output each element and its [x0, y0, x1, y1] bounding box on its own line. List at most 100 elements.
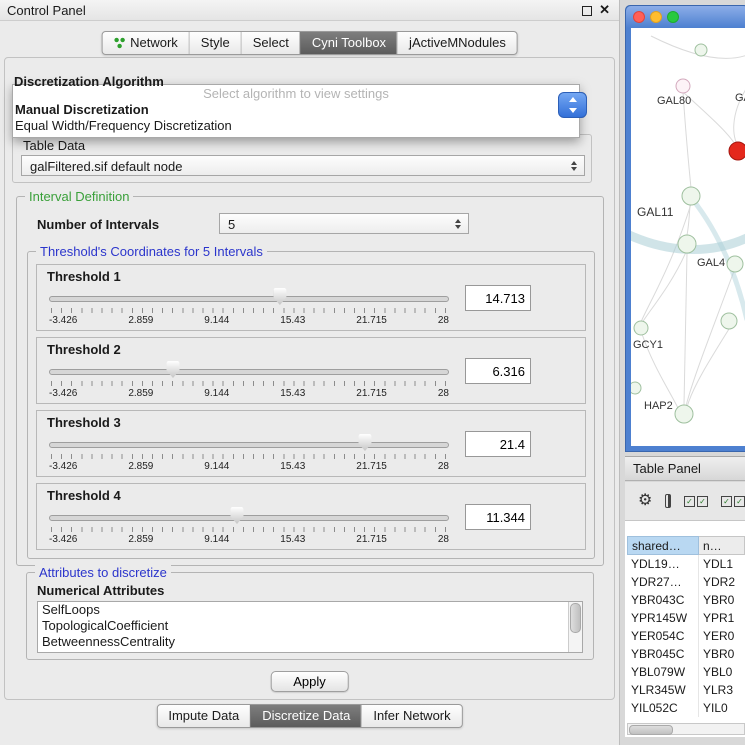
select-all-columns-icon[interactable]: ✓ ✓ — [721, 496, 745, 507]
slider-thumb[interactable] — [166, 361, 179, 378]
top-tabs: NetworkStyleSelectCyni ToolboxjActiveMNo… — [101, 31, 518, 55]
table-data-selected-value: galFiltered.sif default node — [30, 159, 182, 174]
table-cell: YDL1 — [699, 555, 745, 573]
tick-label: 15.43 — [280, 388, 305, 399]
slider-track[interactable] — [49, 369, 449, 375]
network-tab-icon — [113, 37, 125, 49]
threshold-value-input[interactable] — [465, 285, 531, 311]
select-columns-icon[interactable]: ✓ ✓ — [684, 496, 708, 507]
slider-thumb[interactable] — [273, 288, 286, 305]
tab-select[interactable]: Select — [241, 32, 300, 54]
node[interactable] — [695, 44, 707, 56]
node-gal4[interactable] — [678, 235, 696, 253]
combobox-arrows-icon — [571, 161, 577, 171]
attribute-item[interactable]: SelfLoops — [38, 602, 582, 618]
tick-label: 9.144 — [204, 461, 229, 472]
table-row[interactable]: YBR045CYBR0 — [627, 645, 745, 663]
dropdown-option-equal-width[interactable]: Equal Width/Frequency Discretization — [13, 118, 579, 134]
threshold-slider[interactable]: -3.4262.8599.14415.4321.71528 — [49, 433, 449, 475]
table-row[interactable]: YBR043CYBR0 — [627, 591, 745, 609]
slider-track[interactable] — [49, 296, 449, 302]
algorithm-combobox-stepper[interactable] — [558, 92, 587, 118]
network-canvas[interactable]: GAL80 GA GAL11 GAL4 GCY1 HAP2 — [631, 28, 745, 446]
tick-label: 9.144 — [204, 534, 229, 545]
table-cell: YBR043C — [627, 591, 699, 609]
threshold-slider[interactable]: -3.4262.8599.14415.4321.71528 — [49, 360, 449, 402]
discretization-algorithm-label: Discretization Algorithm — [14, 74, 164, 89]
tick-label: 9.144 — [204, 388, 229, 399]
tab-jactivemnodules[interactable]: jActiveMNodules — [397, 32, 517, 54]
number-of-intervals-value: 5 — [228, 217, 235, 232]
node-label-gcy1: GCY1 — [633, 339, 663, 351]
table-toolbar: ⚙ ✓ ✓ ✓ ✓ — [625, 482, 745, 520]
tick-label: 21.715 — [356, 315, 387, 326]
bottom-tab-infer-network[interactable]: Infer Network — [361, 705, 461, 727]
tick-label: 21.715 — [356, 461, 387, 472]
table-row[interactable]: YLR345WYLR3 — [627, 681, 745, 699]
horizontal-scrollbar[interactable] — [627, 723, 745, 735]
list-scrollbar[interactable] — [568, 602, 582, 652]
node-gal80[interactable] — [676, 79, 690, 93]
tab-style[interactable]: Style — [189, 32, 241, 54]
attribute-item[interactable]: TopologicalCoefficient — [38, 618, 582, 634]
bottom-tab-discretize-data[interactable]: Discretize Data — [250, 705, 361, 727]
table-panel-title: Table Panel — [633, 461, 701, 476]
scrollbar-thumb[interactable] — [629, 725, 673, 735]
interval-definition-title: Interval Definition — [25, 189, 133, 204]
table-cell: YDL19… — [627, 555, 699, 573]
table-row[interactable]: YDR27…YDR2 — [627, 573, 745, 591]
column-header-shared-name[interactable]: shared… — [627, 536, 699, 555]
number-of-intervals-combobox[interactable]: 5 — [219, 213, 469, 234]
table-panel-header[interactable]: Table Panel — [625, 456, 745, 481]
slider-tick-labels: -3.4262.8599.14415.4321.71528 — [49, 461, 449, 472]
combobox-arrows-icon — [455, 219, 461, 229]
bottom-tab-impute-data[interactable]: Impute Data — [157, 705, 250, 727]
node[interactable] — [721, 313, 737, 329]
tab-network[interactable]: Network — [102, 32, 189, 54]
node-red[interactable] — [729, 142, 745, 160]
scrollbar-thumb[interactable] — [570, 603, 581, 633]
close-icon[interactable]: ✕ — [599, 2, 610, 18]
node-hap2[interactable] — [675, 405, 693, 423]
node-gcy1[interactable] — [634, 321, 648, 335]
table-row[interactable]: YBL079WYBL0 — [627, 663, 745, 681]
slider-thumb[interactable] — [230, 507, 243, 524]
mac-zoom-icon[interactable] — [667, 11, 679, 23]
table-header-row: shared… n… — [627, 536, 745, 555]
slider-tick-labels: -3.4262.8599.14415.4321.71528 — [49, 534, 449, 545]
threshold-slider[interactable]: -3.4262.8599.14415.4321.71528 — [49, 287, 449, 329]
tick-label: 28 — [438, 315, 449, 326]
threshold-value-input[interactable] — [465, 431, 531, 457]
table-row[interactable]: YER054CYER0 — [627, 627, 745, 645]
control-panel-titlebar[interactable]: Control Panel ✕ — [0, 0, 619, 21]
column-header-name[interactable]: n… — [699, 536, 745, 555]
table-row[interactable]: YPR145WYPR1 — [627, 609, 745, 627]
slider-track[interactable] — [49, 442, 449, 448]
attribute-item[interactable]: BetweennessCentrality — [38, 634, 582, 650]
table-row[interactable]: YDL19…YDL1 — [627, 555, 745, 573]
table-cell: YPR145W — [627, 609, 699, 627]
threshold-value-input[interactable] — [465, 504, 531, 530]
node[interactable] — [727, 256, 743, 272]
threshold-slider[interactable]: -3.4262.8599.14415.4321.71528 — [49, 506, 449, 548]
mac-close-icon[interactable] — [633, 11, 645, 23]
bottom-tabs: Impute DataDiscretize DataInfer Network — [156, 704, 462, 728]
tick-label: -3.426 — [49, 388, 77, 399]
slider-thumb[interactable] — [358, 434, 371, 451]
float-window-icon[interactable] — [582, 6, 592, 16]
table-data-group: Table Data galFiltered.sif default node — [12, 134, 592, 183]
columns-icon[interactable] — [665, 494, 671, 508]
tab-cyni-toolbox[interactable]: Cyni Toolbox — [300, 32, 397, 54]
network-window-titlebar[interactable] — [626, 6, 745, 28]
apply-button[interactable]: Apply — [270, 671, 349, 692]
numerical-attributes-list[interactable]: SelfLoopsTopologicalCoefficientBetweenne… — [37, 601, 583, 653]
table-data-combobox[interactable]: galFiltered.sif default node — [21, 155, 585, 176]
node[interactable] — [631, 382, 641, 394]
table-row[interactable]: YIL052CYIL0 — [627, 699, 745, 717]
threshold-value-input[interactable] — [465, 358, 531, 384]
mac-minimize-icon[interactable] — [650, 11, 662, 23]
gear-icon[interactable]: ⚙ — [638, 493, 652, 509]
node-gal11[interactable] — [682, 187, 700, 205]
dropdown-option-manual-discretization[interactable]: Manual Discretization — [13, 102, 579, 118]
slider-track[interactable] — [49, 515, 449, 521]
